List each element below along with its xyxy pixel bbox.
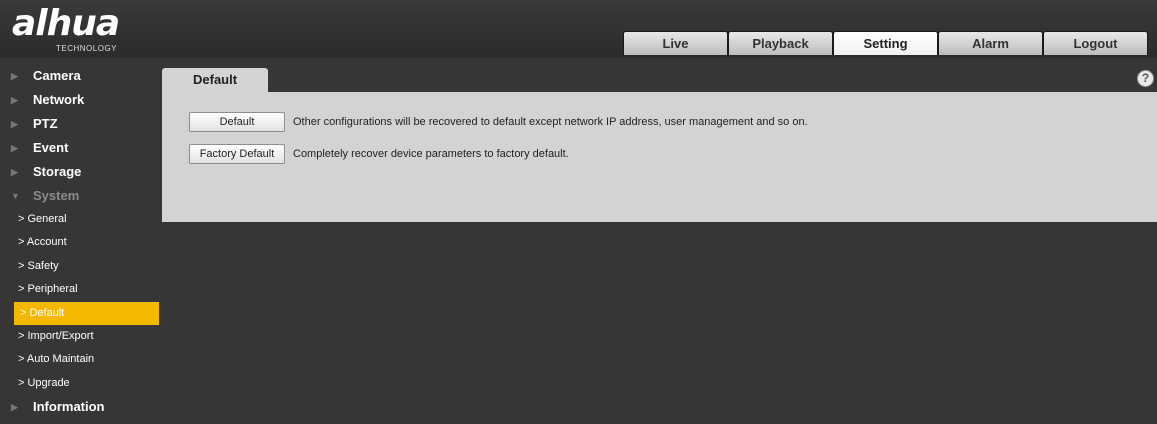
help-icon[interactable]: ? bbox=[1137, 70, 1154, 87]
tab-default[interactable]: Default bbox=[162, 68, 268, 92]
default-description: Other configurations will be recovered t… bbox=[293, 116, 808, 128]
default-row: Default Other configurations will be rec… bbox=[189, 112, 808, 132]
sidebar-sub-general[interactable]: > General bbox=[0, 208, 162, 231]
sidebar-item-label: Storage bbox=[33, 164, 82, 179]
triangle-right-icon: ▶ bbox=[11, 167, 18, 177]
factory-default-description: Completely recover device parameters to … bbox=[293, 148, 569, 160]
nav-tab-playback[interactable]: Playback bbox=[728, 31, 833, 55]
default-panel: Default Other configurations will be rec… bbox=[162, 92, 1157, 222]
logo-text: alhua bbox=[12, 3, 120, 44]
nav-tab-logout[interactable]: Logout bbox=[1043, 31, 1148, 55]
triangle-right-icon: ▶ bbox=[11, 143, 18, 153]
sidebar-item-label: Information bbox=[33, 399, 105, 415]
default-button[interactable]: Default bbox=[189, 112, 285, 132]
sidebar-item-label: PTZ bbox=[33, 116, 58, 131]
sidebar-item-information[interactable]: ▶ Information bbox=[0, 395, 162, 419]
triangle-right-icon: ▶ bbox=[11, 402, 18, 413]
header-bar: alhua TECHNOLOGY Live Playback Setting A… bbox=[0, 0, 1157, 58]
sidebar-sub-import-export[interactable]: > Import/Export bbox=[0, 325, 162, 348]
factory-default-button[interactable]: Factory Default bbox=[189, 144, 285, 164]
nav-tab-alarm[interactable]: Alarm bbox=[938, 31, 1043, 55]
logo-subtext: TECHNOLOGY bbox=[56, 44, 118, 53]
sidebar-item-camera[interactable]: ▶ Camera bbox=[0, 64, 162, 88]
sidebar-item-storage[interactable]: ▶ Storage bbox=[0, 160, 162, 184]
sidebar: ▶ Camera ▶ Network ▶ PTZ ▶ Event ▶ Stora… bbox=[0, 64, 162, 419]
sidebar-item-system[interactable]: ▼ System bbox=[0, 184, 162, 208]
logo: alhua TECHNOLOGY bbox=[12, 3, 120, 54]
sidebar-sub-upgrade[interactable]: > Upgrade bbox=[0, 372, 162, 395]
sidebar-item-label: Network bbox=[33, 92, 85, 107]
sidebar-sub-default[interactable]: > Default bbox=[14, 301, 159, 325]
sidebar-item-event[interactable]: ▶ Event bbox=[0, 136, 162, 160]
app-window: alhua TECHNOLOGY Live Playback Setting A… bbox=[0, 0, 1157, 424]
triangle-down-icon: ▼ bbox=[11, 191, 20, 201]
sidebar-sub-safety[interactable]: > Safety bbox=[0, 255, 162, 278]
nav-tab-setting[interactable]: Setting bbox=[833, 31, 938, 55]
sidebar-sub-peripheral[interactable]: > Peripheral bbox=[0, 278, 162, 301]
sidebar-sub-account[interactable]: > Account bbox=[0, 231, 162, 254]
sidebar-item-network[interactable]: ▶ Network bbox=[0, 88, 162, 112]
triangle-right-icon: ▶ bbox=[11, 95, 18, 105]
triangle-right-icon: ▶ bbox=[11, 119, 18, 129]
sidebar-item-label: Event bbox=[33, 140, 69, 155]
top-nav: Live Playback Setting Alarm Logout bbox=[623, 31, 1148, 55]
sidebar-item-ptz[interactable]: ▶ PTZ bbox=[0, 112, 162, 136]
sidebar-item-label: Camera bbox=[33, 68, 81, 83]
triangle-right-icon: ▶ bbox=[11, 71, 18, 81]
factory-default-row: Factory Default Completely recover devic… bbox=[189, 144, 569, 164]
sidebar-item-label: System bbox=[33, 188, 80, 203]
sidebar-sub-auto-maintain[interactable]: > Auto Maintain bbox=[0, 348, 162, 371]
nav-tab-live[interactable]: Live bbox=[623, 31, 728, 55]
content-tabbar: Default ? bbox=[162, 68, 1157, 92]
